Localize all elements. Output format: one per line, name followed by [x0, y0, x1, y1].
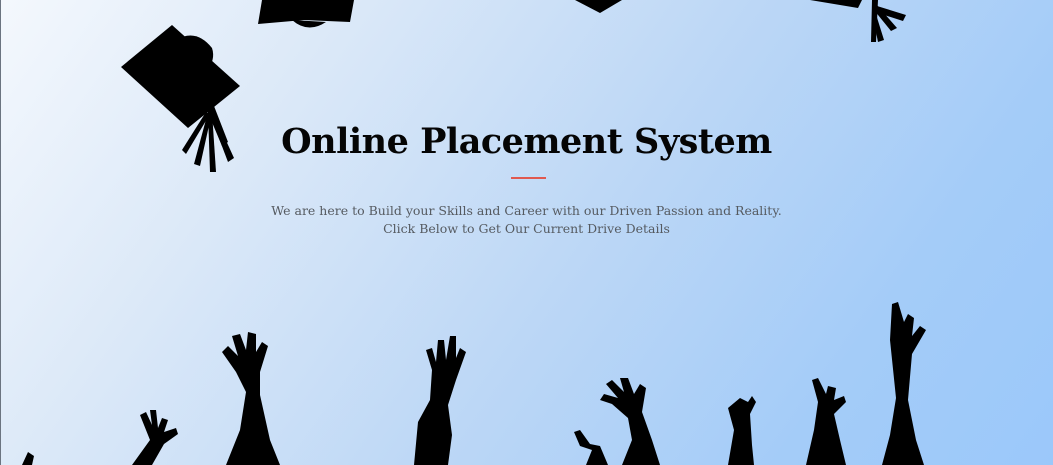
graduation-cap-icon [575, 0, 622, 13]
graduation-cap-icon [258, 0, 354, 28]
hero-banner: Online Placement System We are here to B… [0, 0, 1053, 465]
window-left-border [0, 0, 1, 465]
hero-subtitle-line-2: Click Below to Get Our Current Drive Det… [383, 221, 670, 236]
hero-subtitle: We are here to Build your Skills and Car… [0, 202, 1053, 238]
raised-hands-icon [22, 302, 926, 465]
title-divider [511, 177, 546, 179]
page-title: Online Placement System [281, 121, 772, 162]
hero-subtitle-line-1: We are here to Build your Skills and Car… [271, 203, 782, 218]
graduation-cap-icon [810, 0, 906, 42]
